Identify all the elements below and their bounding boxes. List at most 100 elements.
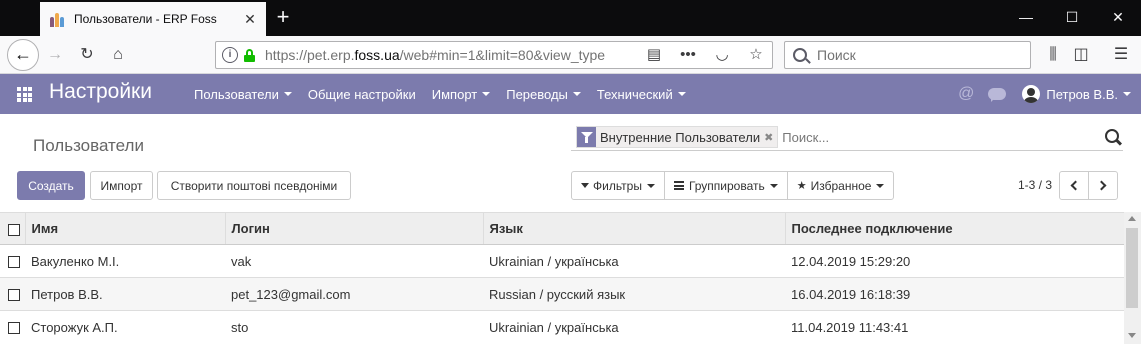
chevron-right-icon bbox=[1096, 180, 1107, 191]
favorites-dropdown[interactable]: ★ Избранное bbox=[786, 172, 894, 199]
minimize-window-button[interactable]: — bbox=[1003, 0, 1049, 34]
chevron-down-icon bbox=[769, 183, 778, 188]
scroll-down-icon[interactable] bbox=[1128, 333, 1136, 338]
column-header-last-connection[interactable]: Последнее подключение bbox=[784, 212, 1124, 245]
user-menu[interactable]: Петров В.В. bbox=[1046, 87, 1131, 102]
back-button[interactable]: ← bbox=[7, 39, 39, 71]
column-header-language[interactable]: Язык bbox=[482, 212, 785, 245]
site-info-icon[interactable]: i bbox=[222, 47, 238, 63]
url-text[interactable]: https://pet.erp.foss.ua/web#min=1&limit=… bbox=[265, 47, 637, 63]
filter-icon bbox=[577, 127, 596, 147]
search-facet[interactable]: Внутренние Пользователи ✖ bbox=[576, 126, 779, 148]
menu-item[interactable]: Импорт bbox=[432, 87, 491, 102]
list-icon bbox=[673, 181, 684, 190]
app-menu: Пользователи Общие настройки Импорт Перевод… bbox=[194, 74, 702, 114]
cell-language: Russian / русский язык bbox=[483, 277, 785, 311]
column-header-login[interactable]: Логин bbox=[224, 212, 483, 245]
menu-item[interactable]: Пользователи bbox=[194, 87, 292, 102]
forward-button[interactable]: → bbox=[44, 44, 66, 66]
cell-login: pet_123@gmail.com bbox=[225, 277, 483, 311]
table-row[interactable]: Петров В.В. pet_123@gmail.com Russian / ру… bbox=[0, 277, 1124, 311]
chevron-down-icon bbox=[646, 183, 655, 188]
chevron-down-icon bbox=[1123, 92, 1131, 96]
browser-tab[interactable]: Пользователи - ERP Foss ✕ bbox=[40, 2, 266, 36]
vertical-scrollbar[interactable] bbox=[1124, 212, 1141, 344]
tab-title: Пользователи - ERP Foss bbox=[74, 12, 217, 26]
bookmark-star-icon[interactable]: ☆ bbox=[746, 45, 766, 65]
group-by-dropdown[interactable]: Группировать bbox=[663, 172, 787, 199]
chevron-left-icon bbox=[1070, 180, 1081, 191]
chevron-down-icon bbox=[482, 92, 491, 96]
search-input[interactable] bbox=[782, 129, 1093, 145]
url-bar[interactable]: i https://pet.erp.foss.ua/web#min=1&limi… bbox=[215, 41, 773, 69]
maximize-window-button[interactable]: ☐ bbox=[1049, 0, 1095, 34]
menu-item[interactable]: Переводы bbox=[506, 87, 581, 102]
odoo-main-menu: Настройки Пользователи Общие настройки Имп… bbox=[0, 74, 1141, 114]
pocket-icon[interactable]: ◡ bbox=[712, 45, 732, 65]
filter-icon bbox=[581, 183, 589, 188]
users-list: Имя Логин Язык Последнее подключение Вак… bbox=[0, 212, 1124, 344]
select-all-checkbox[interactable] bbox=[0, 212, 25, 245]
remove-facet-icon[interactable]: ✖ bbox=[764, 131, 777, 144]
pager-next-button[interactable] bbox=[1088, 171, 1118, 200]
table-row[interactable]: Сторожук А.П. sto Ukrainian / українська 11… bbox=[0, 310, 1124, 344]
chevron-down-icon bbox=[876, 183, 885, 188]
create-email-aliases-button[interactable]: Створити поштові псевдоніми bbox=[157, 171, 351, 200]
scroll-thumb[interactable] bbox=[1126, 228, 1138, 308]
app-title: Настройки bbox=[49, 80, 152, 103]
hamburger-menu-icon[interactable]: ☰ bbox=[1110, 44, 1132, 66]
column-header-name[interactable]: Имя bbox=[24, 212, 225, 245]
close-tab-icon[interactable]: ✕ bbox=[242, 11, 258, 28]
menu-item[interactable]: Общие настройки bbox=[308, 87, 416, 102]
cell-login: vak bbox=[225, 244, 483, 278]
new-tab-button[interactable]: + bbox=[271, 6, 295, 30]
pager-previous-button[interactable] bbox=[1059, 171, 1089, 200]
cell-last-connection: 16.04.2019 16:18:39 bbox=[785, 277, 1124, 311]
star-icon: ★ bbox=[796, 180, 807, 192]
cell-login: sto bbox=[225, 310, 483, 344]
breadcrumb: Пользователи bbox=[33, 136, 144, 155]
cell-last-connection: 11.04.2019 11:43:41 bbox=[785, 310, 1124, 344]
chevron-down-icon bbox=[283, 92, 292, 96]
import-button[interactable]: Импорт bbox=[90, 171, 153, 200]
browser-nav-bar: ← → ↻ ⌂ i https://pet.erp.foss.ua/web#mi… bbox=[0, 36, 1141, 74]
create-button[interactable]: Создать bbox=[17, 171, 85, 200]
page-actions-icon[interactable]: ••• bbox=[678, 45, 698, 65]
cell-last-connection: 12.04.2019 15:29:20 bbox=[785, 244, 1124, 278]
cell-name: Сторожук А.П. bbox=[25, 310, 225, 344]
cell-language: Ukrainian / українська bbox=[483, 244, 785, 278]
avatar[interactable] bbox=[1022, 85, 1041, 103]
search-icon[interactable] bbox=[1105, 129, 1119, 143]
search-view[interactable]: Внутренние Пользователи ✖ bbox=[571, 124, 1123, 151]
cell-name: Петров В.В. bbox=[25, 277, 225, 311]
filters-dropdown[interactable]: Фильтры bbox=[572, 172, 664, 199]
table-header: Имя Логин Язык Последнее подключение bbox=[0, 212, 1124, 245]
reload-button[interactable]: ↻ bbox=[76, 44, 98, 66]
close-window-button[interactable]: ✕ bbox=[1095, 0, 1141, 34]
library-icon[interactable]: ⫼ bbox=[1042, 44, 1064, 66]
sidebar-icon[interactable]: ◫ bbox=[1070, 44, 1092, 66]
menu-item[interactable]: Технический bbox=[597, 87, 686, 102]
pager-value[interactable]: 1-3 / 3 bbox=[1018, 178, 1052, 192]
row-checkbox[interactable] bbox=[0, 277, 25, 311]
chevron-down-icon bbox=[677, 92, 686, 96]
browser-search-input[interactable] bbox=[817, 47, 1017, 63]
browser-search-bar[interactable] bbox=[784, 41, 1031, 69]
search-icon bbox=[793, 48, 807, 62]
cell-name: Вакуленко М.І. bbox=[25, 244, 225, 278]
search-options: Фильтры Группировать ★ Избранное bbox=[571, 171, 895, 200]
row-checkbox[interactable] bbox=[0, 310, 25, 344]
cell-language: Ukrainian / українська bbox=[483, 310, 785, 344]
table-row[interactable]: Вакуленко М.І. vak Ukrainian / українська 1… bbox=[0, 244, 1124, 278]
lock-icon bbox=[244, 48, 255, 62]
chat-icon[interactable] bbox=[988, 88, 1007, 102]
row-checkbox[interactable] bbox=[0, 244, 25, 278]
browser-tab-bar: Пользователи - ERP Foss ✕ + — ☐ ✕ bbox=[0, 0, 1141, 36]
apps-grid-icon[interactable] bbox=[17, 87, 32, 102]
odoo-favicon-icon bbox=[50, 11, 66, 27]
mentions-icon[interactable]: @ bbox=[958, 85, 974, 103]
scroll-up-icon[interactable] bbox=[1128, 216, 1136, 221]
home-button[interactable]: ⌂ bbox=[107, 44, 129, 66]
chevron-down-icon bbox=[572, 92, 581, 96]
reader-view-icon[interactable]: ▤ bbox=[644, 45, 664, 65]
